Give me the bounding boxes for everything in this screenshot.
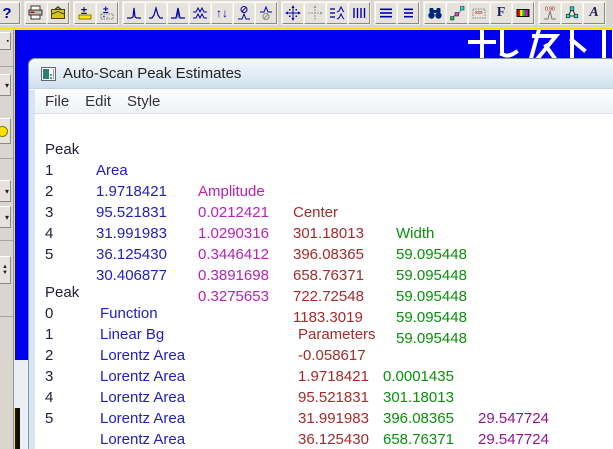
- peak-narrow-icon[interactable]: [167, 2, 189, 24]
- sort-updown-icon[interactable]: ↑↓: [211, 2, 233, 24]
- table-row: 3 31.991983 0.3446412 658.76371 59.09544…: [35, 181, 613, 305]
- cell-function: Lorentz Area: [100, 431, 186, 448]
- narrow-lines-icon[interactable]: [397, 2, 419, 24]
- window-titlebar[interactable]: Auto-Scan Peak Estimates: [29, 59, 613, 89]
- dropdown-3-icon[interactable]: ▾: [0, 206, 11, 228]
- cell-param1: 31.991983: [298, 410, 369, 427]
- add-peak-manual-icon[interactable]: ± + -: [96, 2, 118, 24]
- show-peak-icon[interactable]: [255, 2, 277, 24]
- graph-nodes-icon[interactable]: [561, 2, 583, 24]
- window-icon: [41, 66, 56, 81]
- screen: ? ± ± + - ↑↓ xxx F 0.90 A ▪ ▾ ▾ ▾ ▲ ▼ Au…: [0, 0, 613, 449]
- svg-text:xxx: xxx: [475, 10, 483, 16]
- auto-scan-window: Auto-Scan Peak Estimates File Edit Style…: [28, 58, 613, 449]
- peaks-overlay-icon[interactable]: [189, 2, 211, 24]
- spinner-icon[interactable]: ▲ ▼: [0, 256, 11, 284]
- table-row: 5 30.406877 0.3275653 1183.3019 59.09544…: [35, 223, 613, 347]
- mini-option-icon[interactable]: ▪: [0, 32, 11, 50]
- help-icon[interactable]: ?: [0, 2, 20, 24]
- table-row: 1 Lorentz Area 1.9718421 301.18013 29.54…: [35, 303, 613, 427]
- cell-peak: 5: [45, 410, 54, 427]
- report-content: Peak Area Amplitude Center Width 1 1.971…: [35, 114, 613, 449]
- table-row: 3 Lorentz Area 31.991983 658.76371 29.54…: [35, 345, 613, 448]
- peak-list-icon[interactable]: [326, 2, 348, 24]
- wide-lines-icon[interactable]: [375, 2, 397, 24]
- peak-baseline-icon[interactable]: [145, 2, 167, 24]
- cell-param2: 396.08365: [383, 410, 454, 427]
- snap-crosshair-icon[interactable]: [304, 2, 326, 24]
- hide-peak-icon[interactable]: [233, 2, 255, 24]
- menu-edit[interactable]: Edit: [77, 93, 119, 110]
- printer-icon[interactable]: [25, 2, 47, 24]
- section-bars-icon[interactable]: [348, 2, 370, 24]
- cell-param1: 36.125430: [298, 431, 369, 448]
- table-row: 4 36.125430 0.3891698 722.72548 59.09544…: [35, 202, 613, 326]
- table2-header-row: Peak Function Parameters: [35, 261, 613, 343]
- bottom-black-bar: [15, 408, 20, 449]
- window-title: Auto-Scan Peak Estimates: [63, 65, 242, 82]
- table-row: 1 1.9718421 0.0212421 301.18013 59.09544…: [35, 139, 613, 263]
- table-row: 2 95.521831 1.0290316 396.08365 59.09544…: [35, 160, 613, 284]
- table-row: 5 Lorentz Area 30.406877 1183.3019 29.54…: [35, 387, 613, 448]
- dropdown-1-icon[interactable]: ▾: [0, 74, 11, 96]
- peak-percent-icon[interactable]: 0.90: [539, 2, 561, 24]
- annotate-icon[interactable]: A: [583, 2, 605, 24]
- toolbar-underline: [0, 28, 613, 30]
- menu-style[interactable]: Style: [119, 93, 168, 110]
- paste-icon[interactable]: [47, 2, 69, 24]
- table-row: 2 Lorentz Area 95.521831 396.08365 29.54…: [35, 324, 613, 448]
- left-toolbar: ▪ ▾ ▾ ▾ ▲ ▼: [0, 30, 14, 449]
- lightbulb-icon[interactable]: [0, 118, 11, 144]
- move-crosshair-icon[interactable]: [282, 2, 304, 24]
- menu-file[interactable]: File: [37, 93, 77, 110]
- scatter-points-icon[interactable]: [446, 2, 468, 24]
- svg-text:+ -: + -: [103, 15, 109, 21]
- color-map-icon[interactable]: [512, 2, 534, 24]
- cell-param3: 29.547724: [478, 431, 549, 448]
- cell-param2: 658.76371: [383, 431, 454, 448]
- menu-bar: File Edit Style: [29, 90, 613, 114]
- peak-fit-icon[interactable]: [123, 2, 145, 24]
- dropdown-2-icon[interactable]: ▾: [0, 180, 11, 202]
- main-toolbar: ? ± ± + - ↑↓ xxx F 0.90 A: [0, 0, 613, 28]
- font-icon[interactable]: F: [490, 2, 512, 24]
- label-box-icon[interactable]: xxx: [468, 2, 490, 24]
- cell-function: Lorentz Area: [100, 410, 186, 427]
- add-peak-icon[interactable]: ±: [74, 2, 96, 24]
- cell-param3: 29.547724: [478, 410, 549, 427]
- table1-header-row: Peak Area Amplitude Center Width: [35, 118, 613, 242]
- table-row: 0 Linear Bg -0.058617 0.0001435: [35, 282, 613, 385]
- find-binoculars-icon[interactable]: [424, 2, 446, 24]
- table-row: 4 Lorentz Area 36.125430 722.72548 29.54…: [35, 366, 613, 448]
